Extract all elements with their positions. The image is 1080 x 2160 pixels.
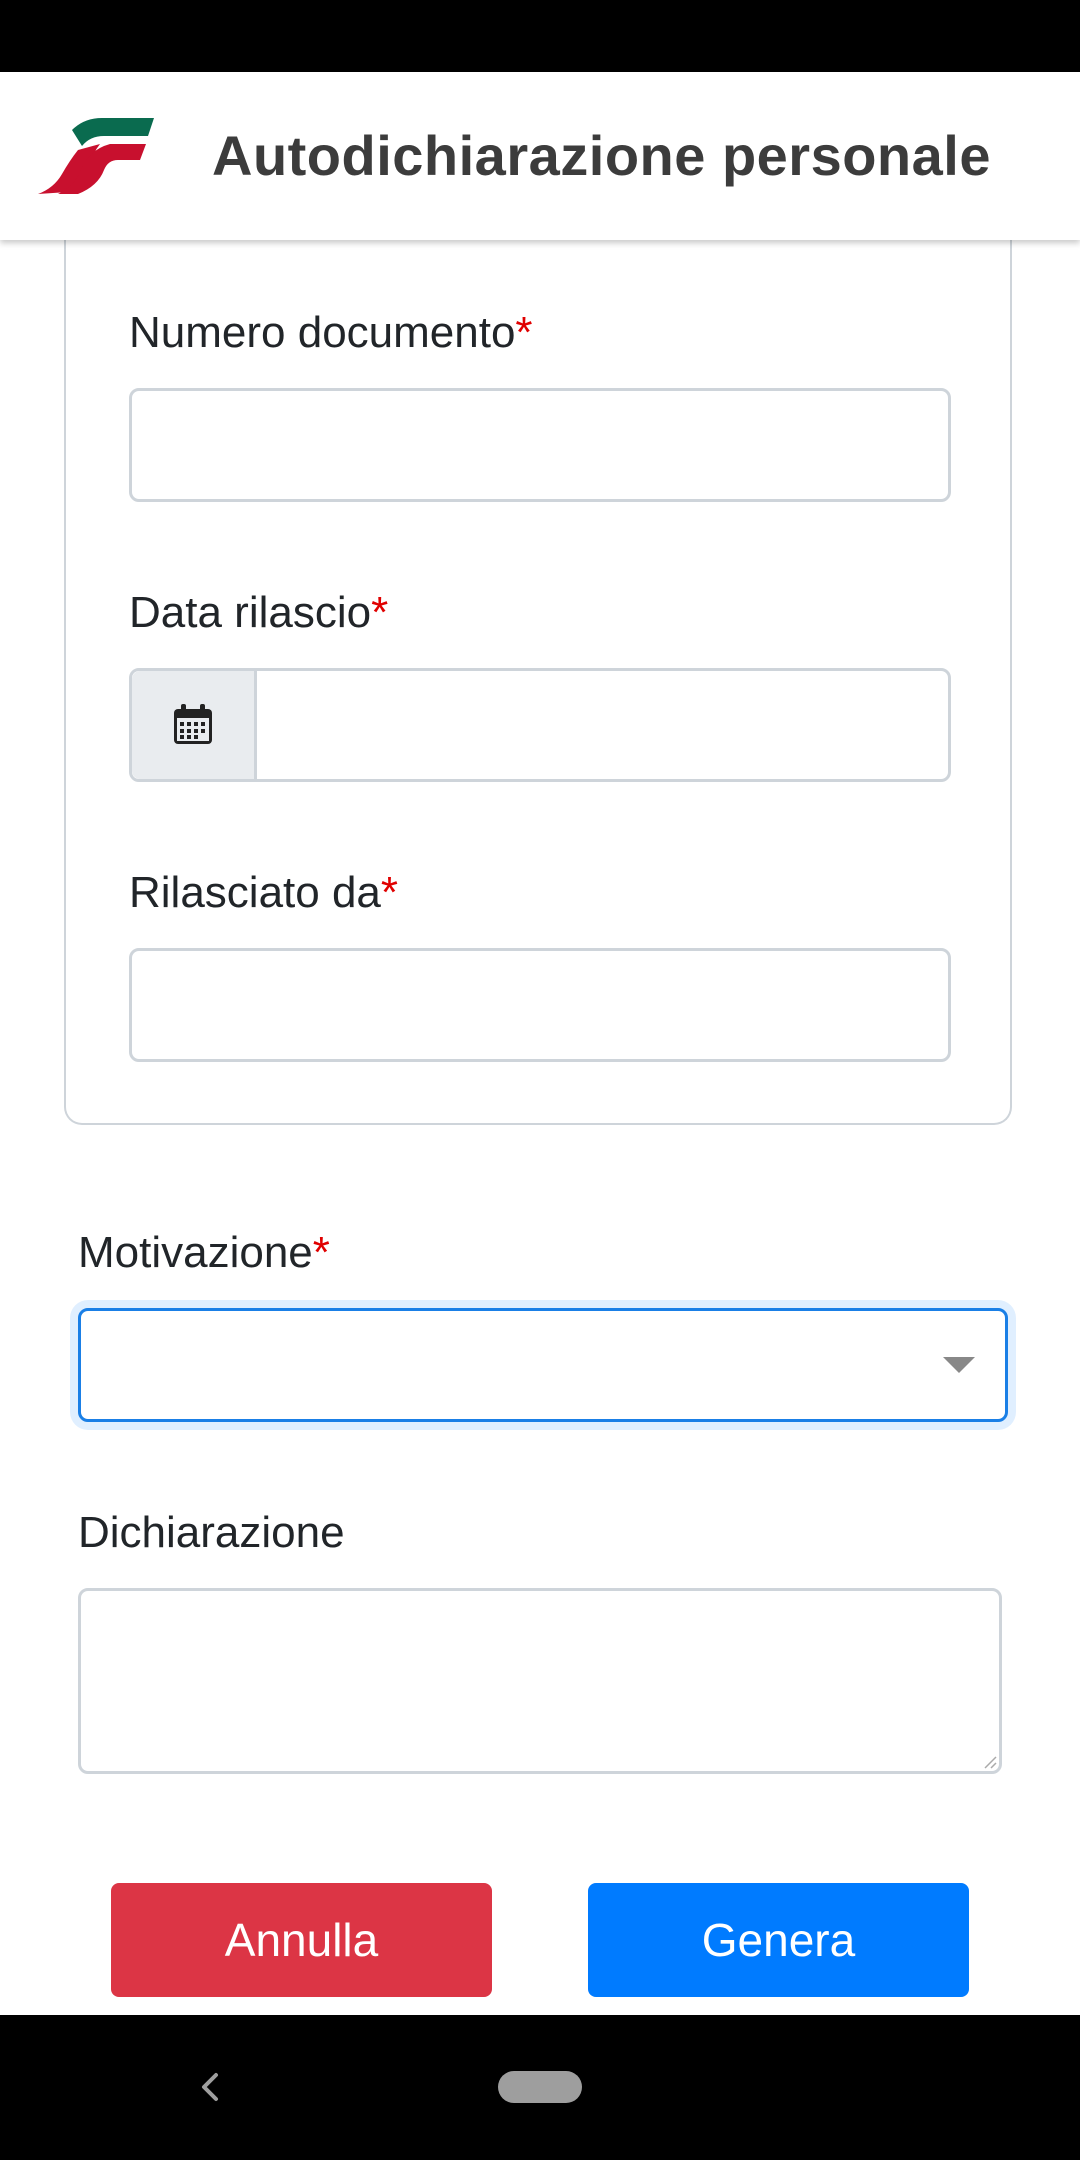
status-bar [0, 0, 1080, 72]
chevron-down-icon [943, 1357, 975, 1373]
back-icon[interactable] [190, 2067, 230, 2107]
required-mark: * [371, 588, 389, 637]
dichiarazione-textarea[interactable] [78, 1588, 1002, 1774]
app-header: Autodichiarazione personale [0, 72, 1080, 240]
dichiarazione-label: Dichiarazione [78, 1508, 345, 1557]
calendar-button[interactable] [132, 671, 257, 779]
calendar-icon [174, 704, 212, 744]
numero-documento-label: Numero documento* [129, 308, 533, 357]
motivazione-select[interactable] [78, 1308, 1008, 1422]
navigation-bar [0, 2015, 1080, 2160]
resize-handle-icon[interactable] [983, 1755, 997, 1769]
rilasciato-da-input[interactable] [129, 948, 951, 1062]
required-mark: * [380, 868, 399, 917]
home-pill-button[interactable] [498, 2071, 582, 2103]
form-content: Numero documento* Data rilascio* Rilasci… [0, 240, 1080, 2015]
required-mark: * [312, 1228, 330, 1277]
page-title: Autodichiarazione personale [212, 124, 991, 187]
required-mark: * [515, 308, 533, 357]
rilasciato-da-label: Rilasciato da* [129, 868, 399, 917]
data-rilascio-input[interactable] [129, 668, 951, 782]
data-rilascio-label: Data rilascio* [129, 588, 389, 637]
numero-documento-input[interactable] [129, 388, 951, 502]
motivazione-label: Motivazione* [78, 1228, 330, 1277]
cancel-button[interactable]: Annulla [111, 1883, 492, 1997]
generate-button[interactable]: Genera [588, 1883, 969, 1997]
fs-logo-icon [38, 118, 154, 194]
